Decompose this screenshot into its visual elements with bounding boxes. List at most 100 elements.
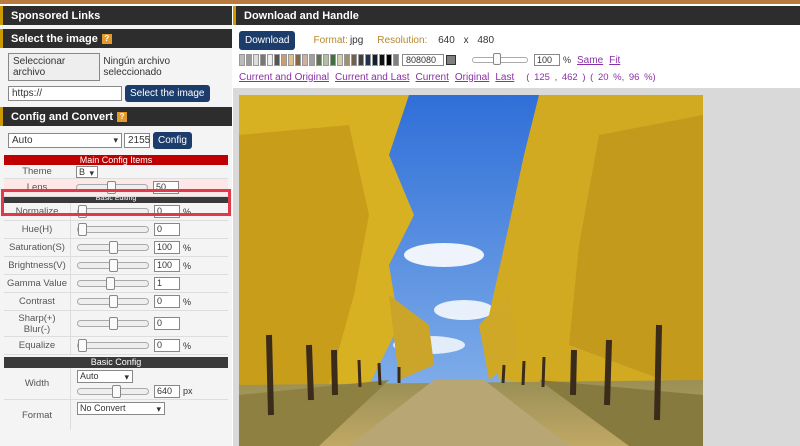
slider-thumb[interactable] <box>78 223 87 236</box>
resolution-x: x <box>463 34 469 46</box>
zoom-unit: % <box>563 55 572 65</box>
width-select[interactable]: Auto <box>77 369 133 383</box>
select-image-button[interactable]: Select the image <box>125 85 210 102</box>
help-icon[interactable]: ? <box>101 34 112 45</box>
color-swatch[interactable] <box>281 54 287 66</box>
edit-row-slider[interactable] <box>77 205 149 218</box>
help-icon[interactable]: ? <box>117 112 128 123</box>
color-swatch[interactable] <box>386 54 392 66</box>
color-swatch[interactable] <box>358 54 364 66</box>
color-swatch[interactable] <box>351 54 357 66</box>
edit-row-label: Normalize <box>15 206 59 217</box>
resolution-height: 480 <box>477 34 495 46</box>
edit-row-value[interactable]: 1 <box>154 277 180 290</box>
edit-row-slider[interactable] <box>77 259 149 272</box>
color-swatch[interactable] <box>379 54 385 66</box>
edit-row-value[interactable]: 0 <box>154 223 180 236</box>
slider-thumb[interactable] <box>106 277 115 290</box>
ginkgo-avenue-photo <box>239 95 703 446</box>
edit-row-label: Contrast <box>19 296 55 307</box>
zoom-value[interactable]: 100 <box>534 54 560 66</box>
main-config-items-bar: Main Config Items <box>4 155 228 165</box>
color-swatch[interactable] <box>393 54 399 66</box>
theme-select[interactable]: B <box>76 165 98 179</box>
color-toolbar: 808080 100 % Same Fit <box>239 53 794 67</box>
current-color-box[interactable] <box>446 55 456 65</box>
slider-thumb[interactable] <box>107 181 116 194</box>
hex-color-input[interactable]: 808080 <box>402 54 444 66</box>
config-mode-select[interactable]: Auto <box>8 133 122 148</box>
color-swatch[interactable] <box>253 54 259 66</box>
width-value[interactable]: 640 <box>154 384 180 398</box>
edit-row-value[interactable]: 0 <box>154 339 180 352</box>
edit-row-value[interactable]: 0 <box>154 205 180 218</box>
fit-link[interactable]: Fit <box>609 55 620 66</box>
color-swatch[interactable] <box>260 54 266 66</box>
edit-row-label: Sharp(+) Blur(-) <box>18 312 56 335</box>
current-and-last-link[interactable]: Current and Last <box>335 72 410 83</box>
download-header: Download and Handle <box>233 6 800 25</box>
edit-row-value[interactable]: 100 <box>154 241 180 254</box>
slider-thumb[interactable] <box>78 339 87 352</box>
preview-image[interactable] <box>239 95 703 446</box>
download-button[interactable]: Download <box>239 30 296 50</box>
lens-slider[interactable] <box>76 181 148 194</box>
resolution-width: 640 <box>438 34 455 46</box>
edit-row-slider[interactable] <box>77 241 149 254</box>
color-swatches <box>239 54 400 66</box>
config-header: Config and Convert? <box>0 107 232 126</box>
lens-value[interactable]: 50 <box>153 181 179 194</box>
slider-thumb[interactable] <box>109 295 118 308</box>
color-swatch[interactable] <box>330 54 336 66</box>
url-input[interactable]: https:// <box>8 86 122 101</box>
last-link[interactable]: Last <box>495 72 514 83</box>
edit-row-slider[interactable] <box>77 295 149 308</box>
color-swatch[interactable] <box>288 54 294 66</box>
width-row: Width Auto 640 px <box>4 368 228 400</box>
color-swatch[interactable] <box>267 54 273 66</box>
color-swatch[interactable] <box>295 54 301 66</box>
edit-row: Contrast 0% <box>4 293 228 311</box>
edit-row-value[interactable]: 0 <box>154 317 180 330</box>
same-link[interactable]: Same <box>577 55 603 66</box>
color-swatch[interactable] <box>302 54 308 66</box>
color-swatch[interactable] <box>309 54 315 66</box>
color-swatch[interactable] <box>323 54 329 66</box>
width-slider[interactable] <box>77 384 149 398</box>
edit-row-slider[interactable] <box>77 277 149 290</box>
color-swatch[interactable] <box>372 54 378 66</box>
slider-thumb[interactable] <box>78 205 87 218</box>
color-swatch[interactable] <box>365 54 371 66</box>
slider-thumb[interactable] <box>109 259 118 272</box>
edit-row-slider[interactable] <box>77 223 149 236</box>
color-swatch[interactable] <box>316 54 322 66</box>
edit-row-slider[interactable] <box>77 317 149 330</box>
slider-thumb[interactable] <box>109 241 118 254</box>
color-swatch[interactable] <box>246 54 252 66</box>
config-button[interactable]: Config <box>153 132 192 149</box>
format-info: Format: jpg <box>313 35 363 46</box>
current-and-original-link[interactable]: Current and Original <box>239 72 329 83</box>
zoom-slider[interactable] <box>472 53 528 65</box>
color-swatch[interactable] <box>274 54 280 66</box>
edit-row-label: Saturation(S) <box>9 242 65 253</box>
format-info-value: jpg <box>349 34 364 46</box>
color-swatch[interactable] <box>239 54 245 66</box>
slider-thumb[interactable] <box>493 53 501 65</box>
edit-row-slider[interactable] <box>77 339 149 352</box>
current-link[interactable]: Current <box>416 72 449 83</box>
original-link[interactable]: Original <box>455 72 489 83</box>
slider-thumb[interactable] <box>109 317 118 330</box>
config-number[interactable]: 2155 <box>124 133 150 148</box>
edit-row-value[interactable]: 100 <box>154 259 180 272</box>
edit-row-value[interactable]: 0 <box>154 295 180 308</box>
format-select[interactable]: No Convert <box>77 402 165 415</box>
edit-row: Equalize 0% <box>4 337 228 355</box>
slider-thumb[interactable] <box>112 384 121 398</box>
select-image-title: Select the image <box>11 33 98 45</box>
width-unit: px <box>183 386 193 396</box>
edit-row-label: Gamma Value <box>6 278 67 289</box>
choose-file-button[interactable]: Seleccionar archivo <box>8 53 101 81</box>
color-swatch[interactable] <box>337 54 343 66</box>
color-swatch[interactable] <box>344 54 350 66</box>
